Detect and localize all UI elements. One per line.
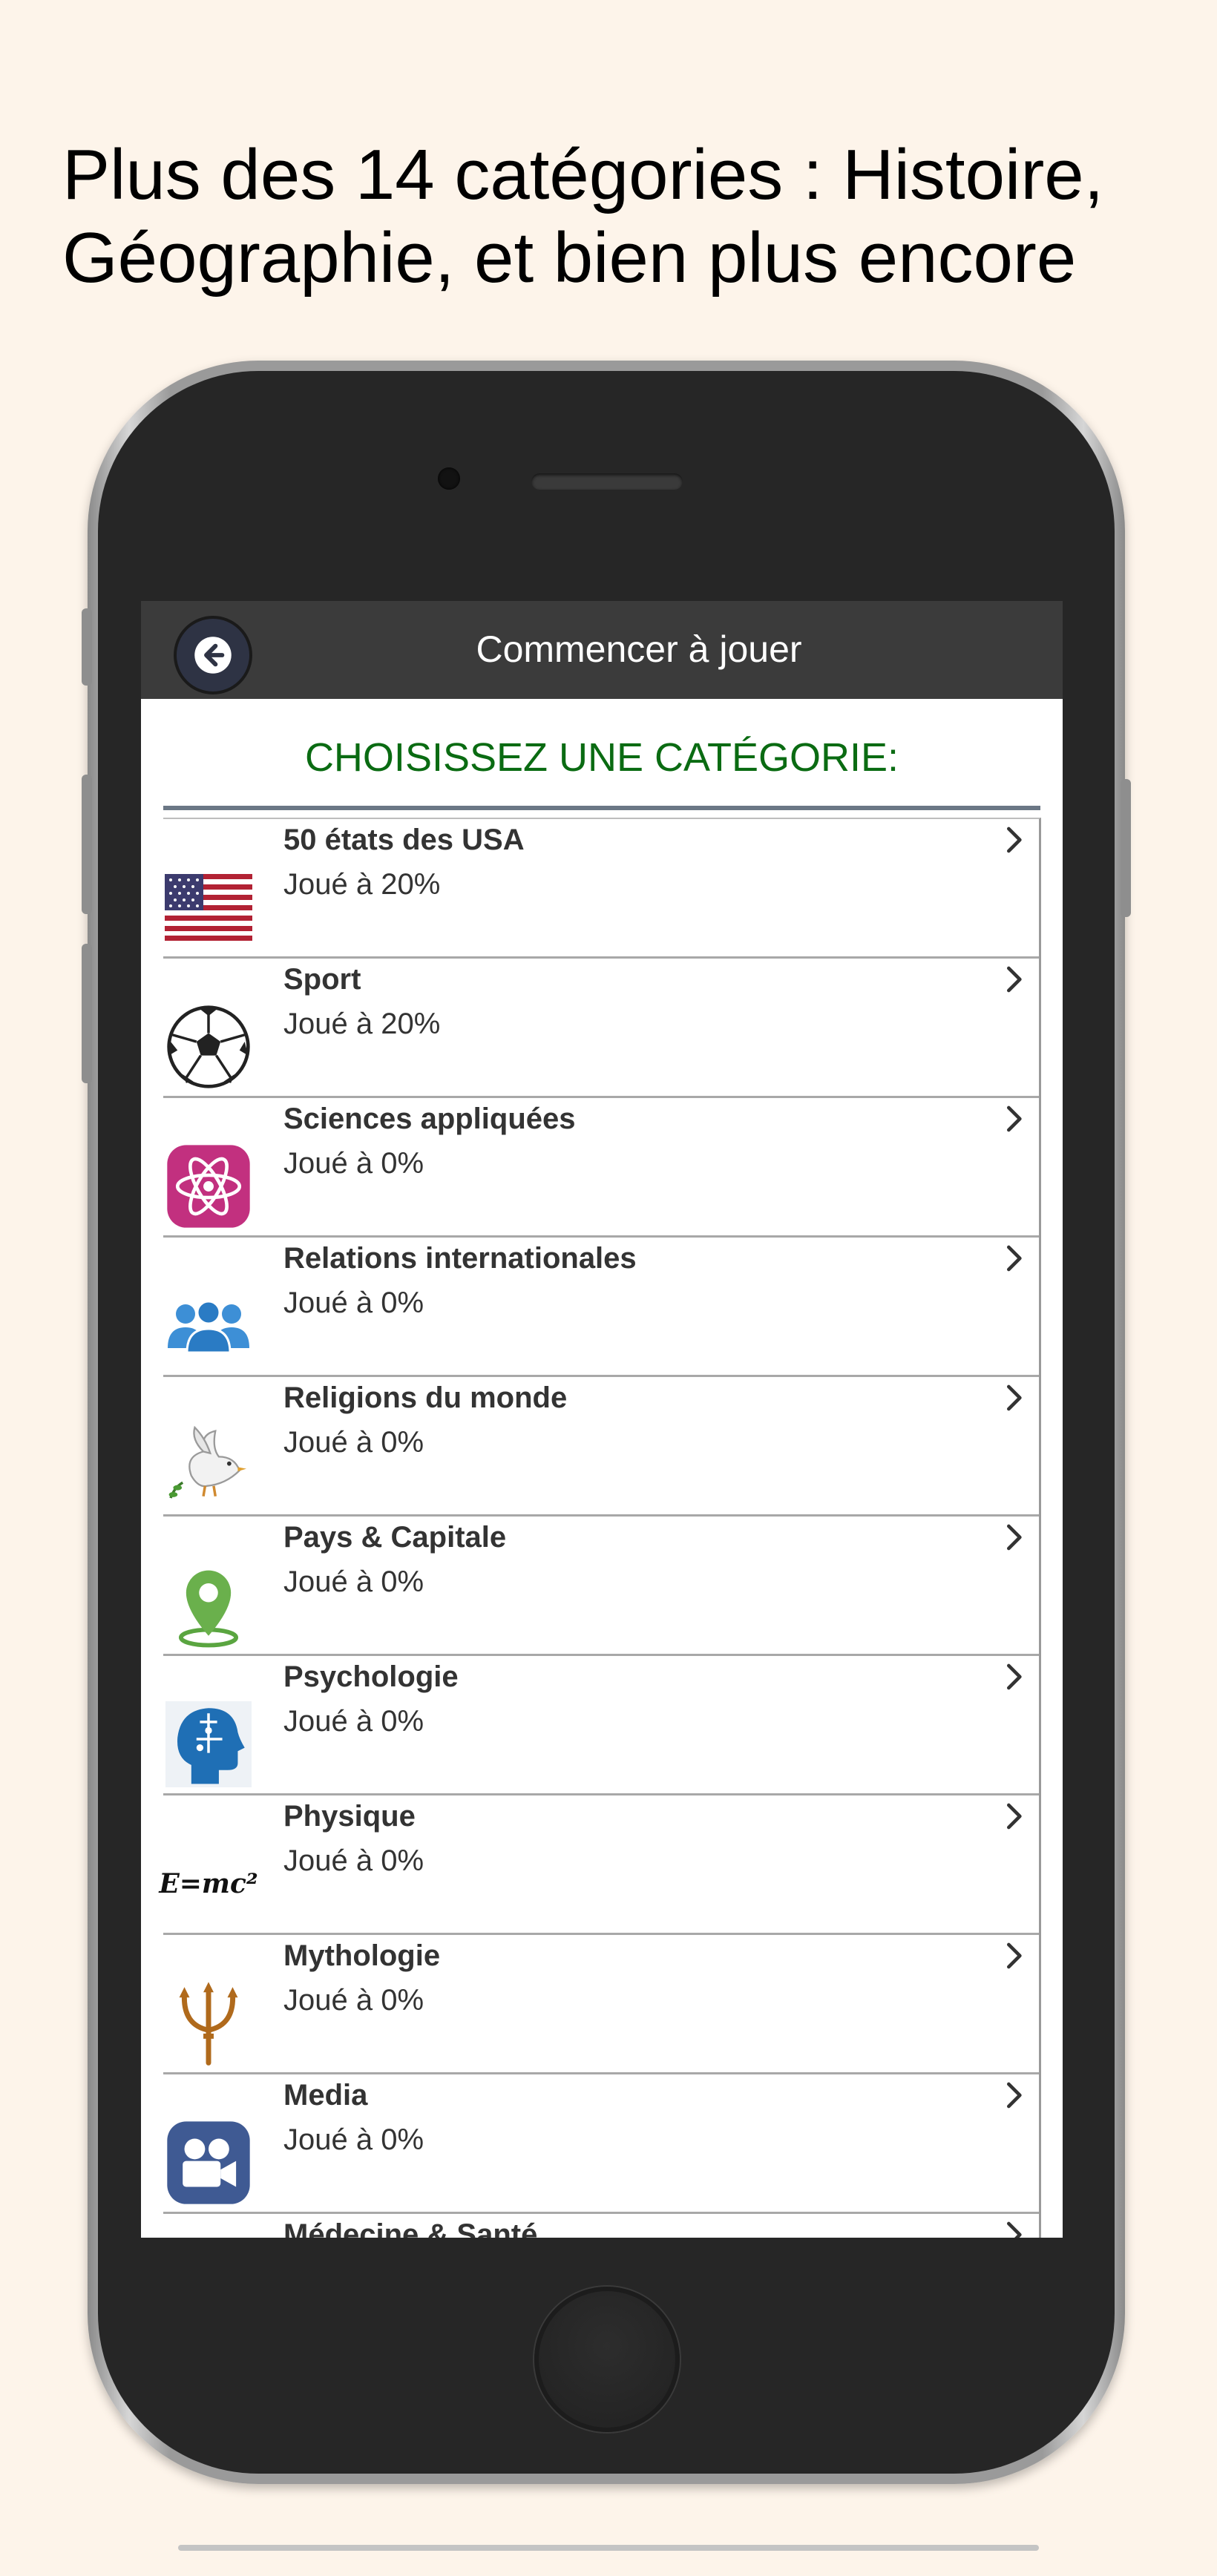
- category-list: 50 états des USA Joué à 20% Sport Joué à…: [159, 818, 1041, 2238]
- emc2-icon-text: E=mc²: [159, 1868, 258, 1899]
- front-camera: [438, 467, 460, 490]
- chevron-right-icon: [1007, 827, 1022, 853]
- map-pin-icon: [165, 1561, 252, 1649]
- app-screen: Commencer à jouer CHOISISSEZ UNE CATÉGOR…: [141, 601, 1063, 2238]
- category-name: Mythologie: [283, 1939, 441, 1972]
- category-name: Psychologie: [283, 1660, 459, 1693]
- arrow-left-icon: [194, 637, 232, 674]
- people-icon: [165, 1282, 252, 1370]
- volume-up-button: [82, 775, 92, 914]
- category-row-religions[interactable]: Religions du monde Joué à 0%: [163, 1377, 1039, 1517]
- category-name: Médecine & Santé: [283, 2218, 538, 2238]
- category-name: 50 états des USA: [283, 824, 525, 856]
- category-row-physique[interactable]: E=mc² Physique Joué à 0%: [159, 1795, 1039, 1935]
- chevron-right-icon: [1007, 1942, 1022, 1969]
- category-name: Pays & Capitale: [283, 1521, 507, 1554]
- category-row-usa[interactable]: 50 états des USA Joué à 20%: [163, 819, 1039, 959]
- category-name: Media: [283, 2079, 368, 2112]
- category-row-mythologie[interactable]: Mythologie Joué à 0%: [163, 1935, 1039, 2074]
- category-row-relations[interactable]: Relations internationales Joué à 0%: [163, 1238, 1039, 1377]
- earpiece-speaker: [531, 473, 683, 490]
- category-progress: Joué à 0%: [283, 1844, 424, 1877]
- video-camera-icon: [165, 2119, 252, 2207]
- chevron-right-icon: [1007, 1803, 1022, 1830]
- category-progress: Joué à 0%: [283, 1705, 424, 1738]
- category-progress: Joué à 0%: [283, 1287, 424, 1319]
- soccer-ball-icon: [165, 1003, 252, 1091]
- category-name: Sport: [283, 963, 361, 996]
- category-name: Relations internationales: [283, 1242, 637, 1275]
- category-progress: Joué à 0%: [283, 1147, 424, 1180]
- mute-switch: [82, 608, 92, 686]
- chevron-right-icon: [1007, 1663, 1022, 1690]
- volume-down-button: [82, 944, 92, 1083]
- trident-icon: [165, 1979, 252, 2067]
- chevron-right-icon: [1007, 1384, 1022, 1411]
- category-name: Physique: [283, 1800, 416, 1833]
- chevron-right-icon: [1007, 966, 1022, 993]
- back-button[interactable]: [174, 616, 252, 694]
- chevron-right-icon: [1007, 2082, 1022, 2109]
- section-title: CHOISISSEZ UNE CATÉGORIE:: [304, 735, 899, 780]
- nav-title: Commencer à jouer: [476, 628, 802, 670]
- category-progress: Joué à 0%: [283, 1565, 424, 1598]
- dove-icon: [165, 1422, 252, 1509]
- home-button[interactable]: [534, 2287, 680, 2432]
- category-name: Religions du monde: [283, 1381, 568, 1414]
- headline-line-1: Plus des 14 catégories : Histoire,: [62, 135, 1104, 214]
- chevron-right-icon: [1007, 2221, 1022, 2238]
- navbar: Commencer à jouer: [141, 601, 1063, 699]
- puzzle-head-icon: [165, 1701, 252, 1788]
- category-row-psychologie[interactable]: Psychologie Joué à 0%: [163, 1656, 1039, 1795]
- category-row-pays[interactable]: Pays & Capitale Joué à 0%: [163, 1517, 1039, 1656]
- power-button: [1121, 779, 1131, 917]
- chevron-right-icon: [1007, 1105, 1022, 1132]
- category-row-sciences[interactable]: Sciences appliquées Joué à 0%: [163, 1098, 1039, 1238]
- category-progress: Joué à 20%: [283, 1008, 441, 1040]
- category-progress: Joué à 0%: [283, 1984, 424, 2017]
- emc2-icon: E=mc²: [159, 1840, 257, 1928]
- category-row-sport[interactable]: Sport Joué à 20%: [163, 959, 1039, 1098]
- category-row-medecine[interactable]: Médecine & Santé: [163, 2214, 1039, 2238]
- category-progress: Joué à 0%: [283, 1426, 424, 1459]
- bottom-edge: [178, 2545, 1039, 2551]
- category-row-media[interactable]: Media Joué à 0%: [163, 2074, 1039, 2214]
- us-flag-icon: [165, 864, 252, 951]
- category-name: Sciences appliquées: [283, 1103, 576, 1135]
- chevron-right-icon: [1007, 1245, 1022, 1272]
- atom-icon: [165, 1143, 252, 1230]
- section-divider: [163, 806, 1040, 810]
- chevron-right-icon: [1007, 1524, 1022, 1551]
- headline: Plus des 14 catégories : Histoire, Géogr…: [62, 134, 1190, 300]
- headline-line-2: Géographie, et bien plus encore: [62, 218, 1077, 298]
- category-progress: Joué à 20%: [283, 868, 441, 901]
- category-progress: Joué à 0%: [283, 2123, 424, 2156]
